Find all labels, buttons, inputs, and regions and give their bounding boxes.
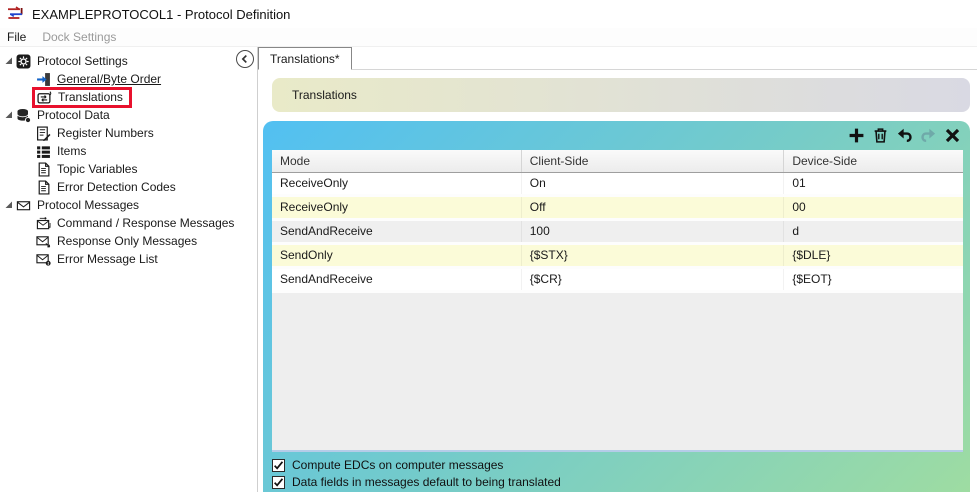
cell-mode[interactable]: SendAndReceive <box>272 221 521 242</box>
tree-item-register-numbers[interactable]: Register Numbers <box>0 124 257 142</box>
title-bar: EXAMPLEPROTOCOL1 - Protocol Definition <box>0 0 977 28</box>
tree-item-translations[interactable]: Translations <box>0 88 257 106</box>
redo-button[interactable] <box>920 127 937 144</box>
tree-item-label: Response Only Messages <box>57 234 197 248</box>
close-button[interactable] <box>944 127 961 144</box>
table-row[interactable]: ReceiveOnlyOn01 <box>272 173 963 197</box>
tree-item-protocol-settings[interactable]: Protocol Settings <box>0 52 257 70</box>
tree-item-items[interactable]: Items <box>0 142 257 160</box>
translations-panel: ModeClient-SideDevice-Side ReceiveOnlyOn… <box>263 121 970 492</box>
content-pane: Translations* Translations ModeClient-Si… <box>257 47 977 492</box>
undo-button[interactable] <box>896 127 913 144</box>
tab-translations[interactable]: Translations* <box>258 47 352 70</box>
gear-icon <box>16 54 32 69</box>
tree-item-response-only-messages[interactable]: Response Only Messages <box>0 232 257 250</box>
table-row[interactable]: SendAndReceive{$CR}{$EOT} <box>272 269 963 293</box>
cell-mode[interactable]: ReceiveOnly <box>272 197 521 218</box>
expander-icon[interactable] <box>4 200 16 210</box>
table-row[interactable]: ReceiveOnlyOff00 <box>272 197 963 221</box>
window-title: EXAMPLEPROTOCOL1 - Protocol Definition <box>32 7 290 22</box>
checkbox-area: Compute EDCs on computer messages Data fi… <box>272 457 970 491</box>
add-button[interactable] <box>848 127 865 144</box>
checkbox[interactable] <box>272 459 285 472</box>
response-only-icon <box>36 234 52 249</box>
cell-client[interactable]: {$CR} <box>521 269 784 290</box>
back-button[interactable] <box>236 50 254 68</box>
red-highlight-box: Translations <box>32 87 132 108</box>
list-icon <box>36 144 52 159</box>
tree-item-label: Items <box>57 144 86 158</box>
delete-button[interactable] <box>872 127 889 144</box>
tree-item-label: Register Numbers <box>57 126 154 140</box>
expander-icon[interactable] <box>4 110 16 120</box>
column-header-device-side[interactable]: Device-Side <box>783 150 963 172</box>
tree-item-label: Protocol Messages <box>37 198 139 212</box>
tree-item-label: Translations <box>58 90 123 104</box>
database-icon <box>16 108 32 123</box>
menu-dock-settings[interactable]: Dock Settings <box>42 30 116 44</box>
tree-item-general-byte-order[interactable]: General/Byte Order <box>0 70 257 88</box>
register-icon <box>36 126 52 141</box>
grid-toolbar <box>263 121 970 150</box>
byte-order-icon <box>36 72 52 87</box>
table-empty-area <box>272 293 963 450</box>
tree-item-label: Protocol Data <box>37 108 110 122</box>
checkbox-row-data-fields-in-messages-defaul[interactable]: Data fields in messages default to being… <box>272 474 970 490</box>
cell-client[interactable]: Off <box>521 197 784 218</box>
cell-mode[interactable]: SendOnly <box>272 245 521 266</box>
checkbox-label: Data fields in messages default to being… <box>292 475 561 489</box>
cmd-response-icon <box>36 216 52 231</box>
translations-icon <box>37 90 53 105</box>
column-header-client-side[interactable]: Client-Side <box>521 150 784 172</box>
chevron-left-icon <box>239 53 251 65</box>
tree-item-error-message-list[interactable]: Error Message List <box>0 250 257 268</box>
tree-item-label: Protocol Settings <box>37 54 128 68</box>
checkbox[interactable] <box>272 476 285 489</box>
app-icon <box>6 5 24 23</box>
menu-file[interactable]: File <box>7 30 26 44</box>
checkbox-label: Compute EDCs on computer messages <box>292 458 503 472</box>
document-icon <box>36 162 52 177</box>
table-row[interactable]: SendOnly{$STX}{$DLE} <box>272 245 963 269</box>
table-header: ModeClient-SideDevice-Side <box>272 150 963 173</box>
tree-item-label: General/Byte Order <box>57 72 161 86</box>
column-header-mode[interactable]: Mode <box>272 150 521 172</box>
cell-client[interactable]: On <box>521 173 784 194</box>
cell-device[interactable]: d <box>783 221 963 242</box>
error-message-icon <box>36 252 52 267</box>
section-header-label: Translations <box>292 88 357 102</box>
tree-item-protocol-data[interactable]: Protocol Data <box>0 106 257 124</box>
cell-device[interactable]: 01 <box>783 173 963 194</box>
cell-device[interactable]: {$EOT} <box>783 269 963 290</box>
cell-mode[interactable]: SendAndReceive <box>272 269 521 290</box>
cell-device[interactable]: 00 <box>783 197 963 218</box>
document-icon <box>36 180 52 195</box>
tab-strip: Translations* <box>258 47 977 70</box>
tree: Protocol Settings General/Byte Order Trans… <box>0 47 257 492</box>
table-row[interactable]: SendAndReceive100d <box>272 221 963 245</box>
tree-item-protocol-messages[interactable]: Protocol Messages <box>0 196 257 214</box>
tree-item-command-response-messages[interactable]: Command / Response Messages <box>0 214 257 232</box>
cell-client[interactable]: {$STX} <box>521 245 784 266</box>
cell-client[interactable]: 100 <box>521 221 784 242</box>
table-body: ReceiveOnlyOn01ReceiveOnlyOff00SendAndRe… <box>272 173 963 293</box>
main-area: Protocol Settings General/Byte Order Trans… <box>0 47 977 492</box>
tree-item-label: Topic Variables <box>57 162 137 176</box>
checkbox-row-compute-edcs-on-computer-messa[interactable]: Compute EDCs on computer messages <box>272 457 970 473</box>
section-header: Translations <box>272 78 970 112</box>
tree-item-label: Error Detection Codes <box>57 180 176 194</box>
expander-icon[interactable] <box>4 56 16 66</box>
tree-item-error-detection-codes[interactable]: Error Detection Codes <box>0 178 257 196</box>
envelope-icon <box>16 198 32 213</box>
tree-item-label: Command / Response Messages <box>57 216 234 230</box>
menu-bar: File Dock Settings <box>0 28 977 47</box>
translations-table: ModeClient-SideDevice-Side ReceiveOnlyOn… <box>272 150 963 452</box>
cell-mode[interactable]: ReceiveOnly <box>272 173 521 194</box>
cell-device[interactable]: {$DLE} <box>783 245 963 266</box>
tree-item-label: Error Message List <box>57 252 158 266</box>
tree-item-topic-variables[interactable]: Topic Variables <box>0 160 257 178</box>
